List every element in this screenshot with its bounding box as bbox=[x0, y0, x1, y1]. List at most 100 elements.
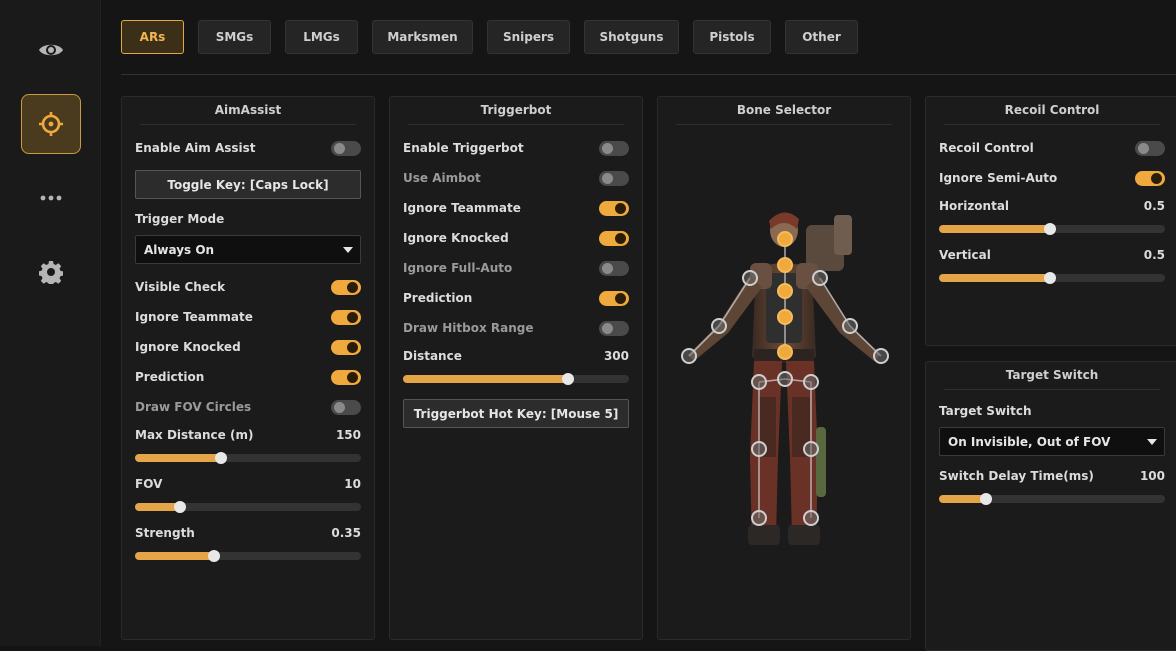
bone-right-shoulder[interactable] bbox=[812, 270, 828, 286]
tb-ignore-teammate-toggle[interactable] bbox=[599, 200, 629, 216]
strength-row: Strength 0.35 bbox=[135, 523, 361, 543]
tb-prediction-row: Prediction bbox=[403, 288, 629, 308]
vertical-value: 0.5 bbox=[1143, 248, 1165, 262]
prediction-toggle[interactable] bbox=[331, 369, 361, 385]
max-distance-slider[interactable] bbox=[135, 452, 361, 464]
eye-icon bbox=[39, 44, 63, 56]
target-switch-select[interactable]: On Invisible, Out of FOV bbox=[939, 427, 1165, 456]
enable-triggerbot-row: Enable Triggerbot bbox=[403, 138, 629, 158]
ignore-full-auto-row: Ignore Full-Auto bbox=[403, 258, 629, 278]
sidebar-item-misc[interactable] bbox=[21, 168, 81, 228]
slider-thumb[interactable] bbox=[174, 501, 187, 513]
distance-value: 300 bbox=[603, 349, 629, 363]
bone-head[interactable] bbox=[777, 231, 793, 247]
bone-right-elbow[interactable] bbox=[842, 318, 858, 334]
bone-left-hand[interactable] bbox=[681, 348, 697, 364]
bone-right-foot[interactable] bbox=[803, 510, 819, 526]
horizontal-slider[interactable] bbox=[939, 223, 1165, 235]
vertical-slider[interactable] bbox=[939, 272, 1165, 284]
use-aimbot-row: Use Aimbot bbox=[403, 168, 629, 188]
max-distance-value: 150 bbox=[335, 428, 361, 442]
toggle-key-button[interactable]: Toggle Key: [Caps Lock] bbox=[135, 170, 361, 199]
tab-smgs[interactable]: SMGs bbox=[198, 20, 271, 54]
tab-snipers[interactable]: Snipers bbox=[487, 20, 570, 54]
ignore-full-auto-toggle[interactable] bbox=[599, 260, 629, 276]
tab-shotguns[interactable]: Shotguns bbox=[584, 20, 679, 54]
strength-label: Strength bbox=[135, 526, 195, 540]
bone-pelvis[interactable] bbox=[777, 344, 793, 360]
bone-left-hip[interactable] bbox=[751, 374, 767, 390]
slider-thumb[interactable] bbox=[1043, 272, 1056, 284]
slider-thumb[interactable] bbox=[980, 493, 993, 505]
trigger-mode-select[interactable]: Always On bbox=[135, 235, 361, 264]
ignore-teammate-toggle[interactable] bbox=[331, 309, 361, 325]
fov-slider[interactable] bbox=[135, 501, 361, 513]
triggerbot-panel: Triggerbot Enable Triggerbot Use Aimbot … bbox=[389, 96, 643, 640]
slider-thumb[interactable] bbox=[214, 452, 227, 464]
bone-left-elbow[interactable] bbox=[711, 318, 727, 334]
enable-aim-assist-toggle[interactable] bbox=[331, 140, 361, 156]
triggerbot-hotkey-button[interactable]: Triggerbot Hot Key: [Mouse 5] bbox=[403, 399, 629, 428]
distance-slider[interactable] bbox=[403, 373, 629, 385]
fov-value: 10 bbox=[344, 477, 361, 491]
ignore-teammate-row: Ignore Teammate bbox=[135, 307, 361, 327]
tb-prediction-toggle[interactable] bbox=[599, 290, 629, 306]
slider-thumb[interactable] bbox=[1043, 223, 1056, 235]
strength-slider[interactable] bbox=[135, 550, 361, 562]
tab-other[interactable]: Other bbox=[785, 20, 858, 54]
bone-neck[interactable] bbox=[777, 257, 793, 273]
fov-row: FOV 10 bbox=[135, 474, 361, 494]
enable-aim-assist-label: Enable Aim Assist bbox=[135, 141, 256, 155]
trigger-mode-value: Always On bbox=[144, 242, 215, 257]
enable-aim-assist-row: Enable Aim Assist bbox=[135, 138, 361, 158]
bone-left-shoulder[interactable] bbox=[742, 270, 758, 286]
bone-right-hip[interactable] bbox=[803, 374, 819, 390]
ignore-knocked-row: Ignore Knocked bbox=[135, 337, 361, 357]
target-switch-panel: Target Switch Target Switch On Invisible… bbox=[925, 361, 1176, 651]
bone-left-foot[interactable] bbox=[751, 510, 767, 526]
distance-row: Distance 300 bbox=[403, 346, 629, 366]
recoil-control-panel: Recoil Control Recoil Control Ignore Sem… bbox=[925, 96, 1176, 346]
bone-upper-chest[interactable] bbox=[777, 283, 793, 299]
switch-delay-slider[interactable] bbox=[939, 493, 1165, 505]
tab-ars[interactable]: ARs bbox=[121, 20, 184, 54]
panel-title: AimAssist bbox=[140, 97, 356, 125]
bone-right-hand[interactable] bbox=[873, 348, 889, 364]
tb-prediction-label: Prediction bbox=[403, 291, 473, 305]
tab-lmgs[interactable]: LMGs bbox=[285, 20, 358, 54]
max-distance-label: Max Distance (m) bbox=[135, 428, 254, 442]
sidebar-item-visuals[interactable] bbox=[21, 20, 81, 80]
visible-check-toggle[interactable] bbox=[331, 279, 361, 295]
draw-hitbox-toggle[interactable] bbox=[599, 320, 629, 336]
ignore-semi-auto-toggle[interactable] bbox=[1135, 170, 1165, 186]
slider-thumb[interactable] bbox=[208, 550, 221, 562]
bone-right-knee[interactable] bbox=[803, 441, 819, 457]
bone-spine-base[interactable] bbox=[777, 371, 793, 387]
horizontal-label: Horizontal bbox=[939, 199, 1010, 213]
draw-fov-toggle[interactable] bbox=[331, 399, 361, 415]
trigger-mode-label: Trigger Mode bbox=[135, 212, 225, 226]
bone-left-knee[interactable] bbox=[751, 441, 767, 457]
recoil-control-toggle[interactable] bbox=[1135, 140, 1165, 156]
recoil-control-row: Recoil Control bbox=[939, 138, 1165, 158]
tb-ignore-knocked-label: Ignore Knocked bbox=[403, 231, 509, 245]
draw-hitbox-row: Draw Hitbox Range bbox=[403, 318, 629, 338]
tb-ignore-knocked-row: Ignore Knocked bbox=[403, 228, 629, 248]
strength-value: 0.35 bbox=[331, 526, 361, 540]
enable-triggerbot-toggle[interactable] bbox=[599, 140, 629, 156]
tab-pistols[interactable]: Pistols bbox=[693, 20, 771, 54]
sidebar-item-aim[interactable] bbox=[21, 94, 81, 154]
ignore-semi-auto-label: Ignore Semi-Auto bbox=[939, 171, 1058, 185]
tb-ignore-teammate-row: Ignore Teammate bbox=[403, 198, 629, 218]
slider-thumb[interactable] bbox=[561, 373, 574, 385]
bone-chest[interactable] bbox=[777, 309, 793, 325]
horizontal-value: 0.5 bbox=[1143, 199, 1165, 213]
ignore-knocked-toggle[interactable] bbox=[331, 339, 361, 355]
use-aimbot-toggle[interactable] bbox=[599, 170, 629, 186]
tb-ignore-knocked-toggle[interactable] bbox=[599, 230, 629, 246]
tab-marksmen[interactable]: Marksmen bbox=[372, 20, 473, 54]
max-distance-row: Max Distance (m) 150 bbox=[135, 425, 361, 445]
sidebar-item-settings[interactable] bbox=[21, 242, 81, 302]
bone-selector-panel: Bone Selector bbox=[657, 96, 911, 640]
draw-fov-row: Draw FOV Circles bbox=[135, 397, 361, 417]
